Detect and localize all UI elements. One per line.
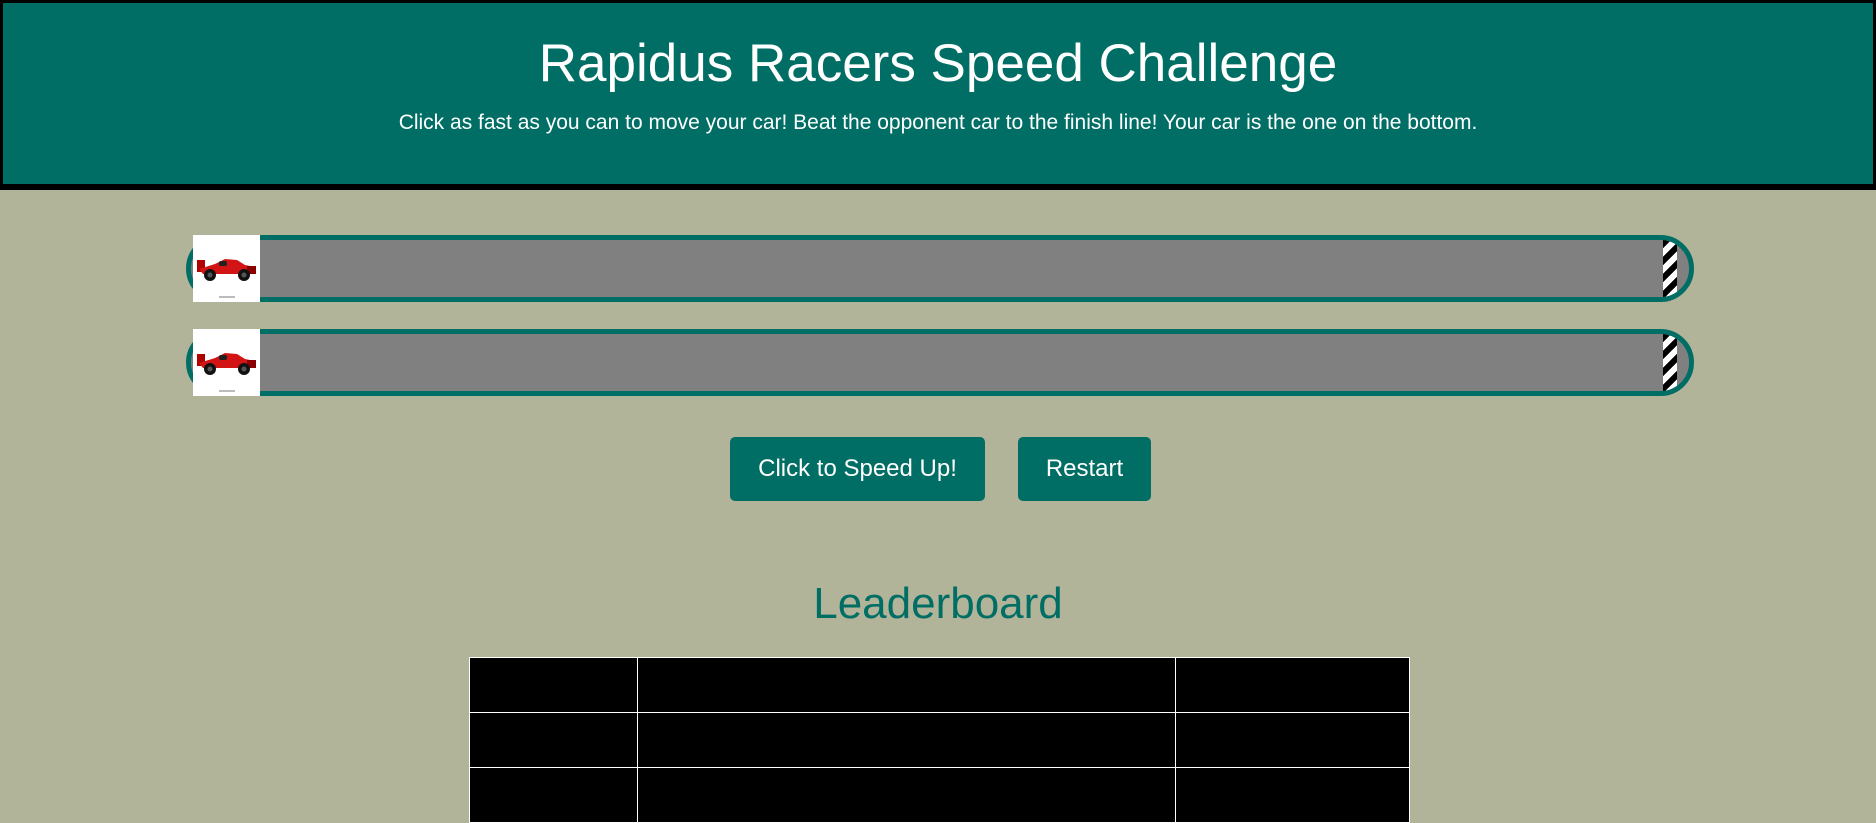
table-cell	[1175, 712, 1410, 768]
leaderboard-title: Leaderboard	[813, 579, 1063, 628]
player-car-icon	[193, 329, 260, 396]
table-cell	[637, 712, 1176, 768]
table-cell	[1175, 767, 1410, 823]
opponent-car-icon	[193, 235, 260, 302]
page-subtitle: Click as fast as you can to move your ca…	[398, 111, 1478, 134]
speed-up-button[interactable]: Click to Speed Up!	[730, 437, 985, 501]
restart-button[interactable]: Restart	[1018, 437, 1151, 501]
leaderboard-table	[469, 657, 1410, 823]
table-row	[469, 657, 1410, 713]
table-cell	[637, 767, 1176, 823]
table-cell	[469, 767, 638, 823]
player-track	[186, 329, 1694, 396]
finish-line-icon	[1663, 240, 1677, 297]
table-cell	[1175, 657, 1410, 713]
table-row	[469, 712, 1410, 768]
opponent-track	[186, 235, 1694, 302]
table-cell	[469, 712, 638, 768]
finish-line-icon	[1663, 334, 1677, 391]
page-title: Rapidus Racers Speed Challenge	[538, 34, 1338, 93]
table-row	[469, 767, 1410, 823]
table-cell	[469, 657, 638, 713]
page-header: Rapidus Racers Speed Challenge Click as …	[0, 0, 1876, 190]
table-cell	[637, 657, 1176, 713]
